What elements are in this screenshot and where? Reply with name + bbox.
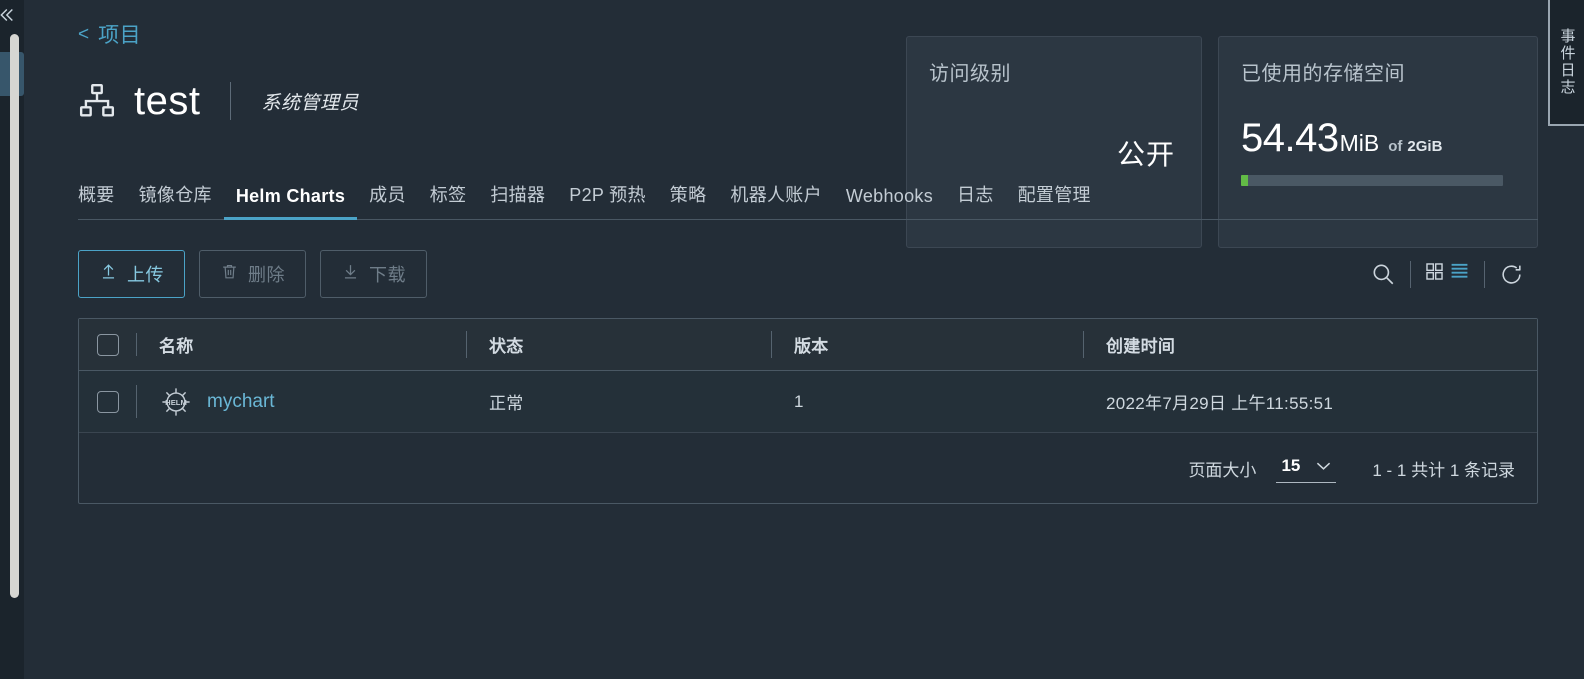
page-title: test: [134, 78, 201, 123]
search-icon[interactable]: [1356, 261, 1410, 287]
column-header-created[interactable]: 创建时间: [1084, 319, 1537, 370]
tab-label: 标签: [429, 185, 467, 205]
toolbar-actions: 上传 删除 下载: [78, 250, 427, 298]
table-footer: 页面大小 15 1 - 1 共计 1 条记录: [79, 433, 1537, 503]
tab-label: 策略: [669, 185, 707, 205]
tab-8[interactable]: 机器人账户: [718, 181, 834, 219]
storage-used-value: 54.43 MiB of 2GiB: [1241, 116, 1515, 161]
tab-5[interactable]: 扫描器: [478, 181, 557, 219]
tab-label: 扫描器: [490, 185, 546, 205]
breadcrumb[interactable]: < 项目: [78, 0, 1538, 47]
download-button-label: 下载: [369, 265, 406, 285]
grid-view-icon[interactable]: [1425, 262, 1444, 286]
column-header-version-label: 版本: [794, 337, 829, 356]
breadcrumb-projects-link[interactable]: 项目: [98, 19, 141, 49]
delete-button-label: 删除: [248, 265, 285, 285]
tab-0[interactable]: 概要: [78, 181, 127, 219]
tab-label: 成员: [369, 185, 406, 205]
row-select-cell[interactable]: [79, 371, 137, 432]
upload-button[interactable]: 上传: [78, 250, 185, 298]
application-window: < 项目 test 系统管理员 访问级别 公开 已使用的存储空间 54.43 M…: [0, 0, 1584, 679]
chevron-left-icon: <: [78, 23, 90, 45]
delete-button[interactable]: 删除: [199, 250, 306, 298]
tab-label: 镜像仓库: [138, 185, 212, 205]
project-role-label: 系统管理员: [261, 92, 359, 114]
page-size-label: 页面大小: [1188, 460, 1257, 480]
access-level-title: 访问级别: [929, 63, 1011, 85]
version-value: 1: [794, 391, 804, 411]
main-content: < 项目 test 系统管理员 访问级别 公开 已使用的存储空间 54.43 M…: [24, 0, 1584, 679]
row-select-checkbox[interactable]: [97, 390, 119, 413]
tab-label: Helm Charts: [235, 186, 346, 206]
sidebar-scrollbar[interactable]: [10, 34, 19, 598]
helm-charts-table: 名称 状态 版本 创建时间 HELM mychart 正常 1 2022年7月2…: [78, 318, 1538, 504]
select-all-checkbox[interactable]: [97, 333, 119, 356]
storage-used-number: 54.43: [1241, 116, 1339, 160]
access-level-value: 公开: [1116, 139, 1175, 170]
download-arrow-icon: [341, 262, 360, 286]
tab-label: Webhooks: [845, 186, 934, 206]
pagination-range: 1 - 1 共计 1 条记录: [1372, 460, 1515, 480]
download-button[interactable]: 下载: [320, 250, 427, 298]
page-size-value: 15: [1281, 455, 1301, 475]
cell-status: 正常: [467, 371, 772, 432]
upload-button-label: 上传: [127, 265, 164, 285]
column-header-name[interactable]: 名称: [137, 319, 467, 370]
tab-2[interactable]: Helm Charts: [223, 186, 358, 220]
tab-1[interactable]: 镜像仓库: [127, 181, 224, 219]
tab-4[interactable]: 标签: [418, 181, 479, 219]
list-view-icon[interactable]: [1449, 262, 1470, 286]
tab-11[interactable]: 配置管理: [1006, 181, 1103, 219]
tab-6[interactable]: P2P 预热: [557, 181, 658, 219]
tab-7[interactable]: 策略: [658, 181, 719, 219]
chevron-down-icon: [1316, 458, 1331, 474]
tab-label: 概要: [78, 185, 115, 205]
trash-icon: [220, 262, 239, 286]
column-header-version[interactable]: 版本: [772, 319, 1084, 370]
left-sidebar-rail: [0, 0, 24, 679]
table-row[interactable]: HELM mychart 正常 1 2022年7月29日 上午11:55:51: [79, 371, 1537, 433]
project-tabs: 概要 镜像仓库 Helm Charts 成员 标签 扫描器 P2P 预热 策略 机器人账户 Web…: [78, 174, 1538, 220]
helm-chart-icon: HELM: [159, 385, 193, 419]
storage-of-label: of: [1388, 138, 1403, 155]
column-header-name-label: 名称: [159, 337, 194, 356]
title-divider: [230, 82, 232, 120]
status-value: 正常: [489, 394, 524, 413]
cell-created: 2022年7月29日 上午11:55:51: [1084, 371, 1537, 432]
tab-9[interactable]: Webhooks: [834, 186, 945, 219]
project-sitemap-icon: [78, 82, 116, 120]
tab-3[interactable]: 成员: [357, 181, 418, 219]
tab-label: 日志: [957, 185, 994, 205]
tab-label: 配置管理: [1017, 185, 1091, 205]
sidebar-collapse-icon[interactable]: [0, 4, 16, 26]
svg-text:HELM: HELM: [165, 397, 187, 406]
page-size-select[interactable]: 15: [1276, 454, 1337, 483]
event-log-label: 事件日志: [1558, 28, 1576, 96]
column-header-status-label: 状态: [489, 337, 524, 356]
cell-version: 1: [772, 371, 1084, 432]
chart-name-link[interactable]: mychart: [207, 391, 275, 413]
storage-used-unit: MiB: [1339, 130, 1380, 156]
tab-label: P2P 预热: [569, 185, 646, 205]
storage-used-title: 已使用的存储空间: [1241, 63, 1405, 85]
toolbar-view-controls: [1356, 260, 1538, 288]
view-mode-toggle[interactable]: [1411, 262, 1484, 286]
cell-name: HELM mychart: [137, 371, 467, 432]
pagination: 页面大小 15 1 - 1 共计 1 条记录: [1188, 454, 1515, 483]
created-value: 2022年7月29日 上午11:55:51: [1106, 394, 1334, 413]
storage-total-value: 2GiB: [1407, 138, 1443, 155]
chart-toolbar: 上传 删除 下载: [78, 249, 1538, 299]
event-log-rail[interactable]: 事件日志: [1548, 0, 1584, 126]
table-header-row: 名称 状态 版本 创建时间: [79, 319, 1537, 371]
select-all-cell[interactable]: [79, 319, 137, 370]
refresh-icon[interactable]: [1485, 262, 1538, 287]
column-header-created-label: 创建时间: [1106, 337, 1176, 356]
upload-arrow-icon: [99, 262, 118, 286]
tab-label: 机器人账户: [730, 185, 822, 205]
column-header-status[interactable]: 状态: [467, 319, 772, 370]
tab-10[interactable]: 日志: [945, 181, 1006, 219]
